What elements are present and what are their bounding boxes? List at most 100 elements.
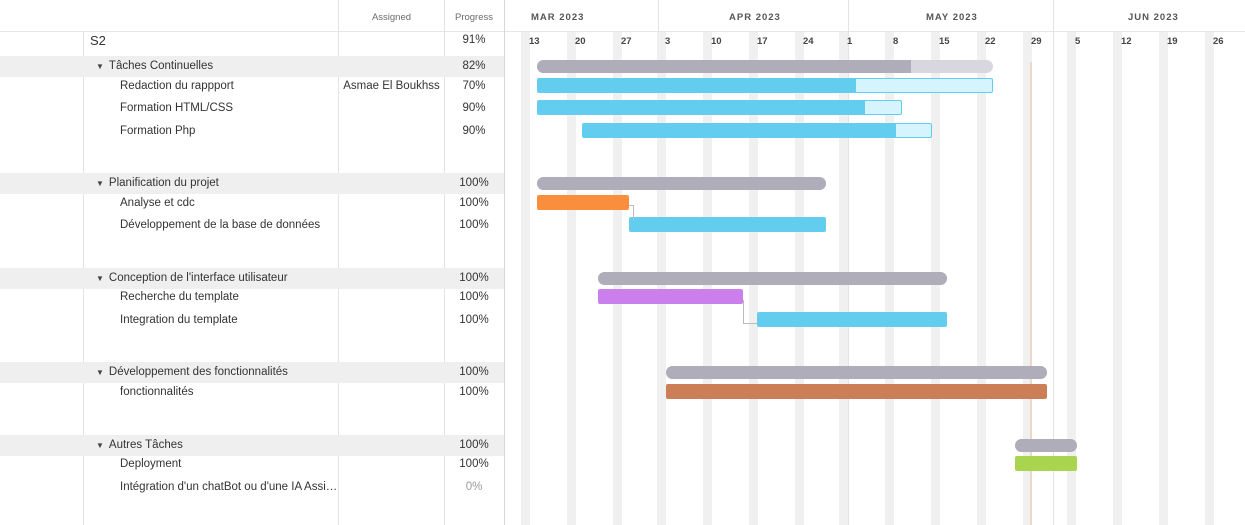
group-summary-fill: [1015, 439, 1077, 452]
weekend-stripe: [977, 32, 986, 525]
group-label: Autres Tâches: [108, 439, 183, 451]
group-progress: 82%: [462, 60, 486, 72]
day-label: 22: [985, 36, 996, 47]
task-progress: 100%: [459, 291, 489, 303]
group-name[interactable]: ▼ Autres Tâches: [96, 439, 183, 451]
weekend-stripe: [1113, 32, 1122, 525]
collapse-caret-icon[interactable]: ▼: [96, 368, 104, 377]
dependency-connector: [744, 323, 757, 324]
task-progress: 100%: [459, 219, 489, 231]
task-bar-fill: [1016, 457, 1076, 470]
task-progress: 70%: [462, 80, 486, 92]
task-name[interactable]: Formation Php: [120, 125, 195, 137]
group-progress: 100%: [459, 439, 489, 451]
weekend-stripe: [521, 32, 530, 525]
task-progress: 100%: [459, 386, 489, 398]
group-label: Conception de l'interface utilisateur: [108, 272, 288, 284]
dependency-connector: [743, 300, 745, 324]
task-bar[interactable]: [537, 100, 902, 115]
project-name[interactable]: S2: [90, 33, 106, 48]
task-bar-fill: [667, 385, 1046, 398]
group-row[interactable]: [0, 435, 504, 456]
task-assignee[interactable]: Asmae El Boukhss: [339, 80, 444, 92]
collapse-caret-icon[interactable]: ▼: [96, 274, 104, 283]
month-label-mar: MAR 2023: [531, 12, 585, 23]
group-summary-bar[interactable]: [598, 272, 947, 285]
month-label-may: MAY 2023: [926, 12, 978, 23]
progress-column-header[interactable]: Progress: [444, 12, 504, 23]
day-label: 10: [711, 36, 722, 47]
group-name[interactable]: ▼ Planification du projet: [96, 177, 219, 189]
group-name[interactable]: ▼ Développement des fonctionnalités: [96, 366, 288, 378]
task-bar[interactable]: [537, 195, 629, 210]
day-label: 26: [1213, 36, 1224, 47]
day-label: 24: [803, 36, 814, 47]
day-label: 17: [757, 36, 768, 47]
group-name[interactable]: ▼ Conception de l'interface utilisateur: [96, 272, 288, 284]
group-summary-bar[interactable]: [1015, 439, 1077, 452]
group-label: Tâches Continuelles: [108, 60, 214, 72]
day-label: 15: [939, 36, 950, 47]
task-name[interactable]: Redaction du rappport: [120, 80, 234, 92]
task-bar-fill: [583, 124, 897, 137]
task-bar-fill: [630, 218, 825, 231]
weekend-stripe: [1205, 32, 1214, 525]
task-bar[interactable]: [666, 384, 1047, 399]
task-bar[interactable]: [1015, 456, 1077, 471]
task-name[interactable]: Deployment: [120, 458, 181, 470]
group-summary-fill: [598, 272, 947, 285]
day-label: 3: [665, 36, 671, 47]
task-progress: 100%: [459, 197, 489, 209]
task-bar-fill: [758, 313, 946, 326]
group-progress: 100%: [459, 177, 489, 189]
group-label: Développement des fonctionnalités: [108, 366, 288, 378]
group-summary-bar[interactable]: [537, 177, 826, 190]
task-progress: 0%: [465, 481, 483, 493]
task-bar-fill: [538, 196, 628, 209]
day-label: 8: [893, 36, 899, 47]
day-label: 13: [529, 36, 540, 47]
assigned-column-header[interactable]: Assigned: [339, 12, 444, 23]
group-summary-bar[interactable]: [666, 366, 1047, 379]
day-label: 29: [1031, 36, 1042, 47]
group-name[interactable]: ▼ Tâches Continuelles: [96, 60, 213, 72]
collapse-caret-icon[interactable]: ▼: [96, 441, 104, 450]
group-label: Planification du projet: [108, 177, 219, 189]
task-bar-fill: [538, 101, 865, 114]
task-bar[interactable]: [598, 289, 743, 304]
task-bar[interactable]: [582, 123, 932, 138]
task-progress: 100%: [459, 458, 489, 470]
task-name[interactable]: Analyse et cdc: [120, 197, 195, 209]
task-name[interactable]: Développement de la base de données: [120, 219, 320, 231]
group-summary-fill: [537, 177, 826, 190]
month-label-jun: JUN 2023: [1128, 12, 1179, 23]
task-progress: 90%: [462, 102, 486, 114]
gantt-app: Assigned Progress MAR 2023 APR 2023 MAY …: [0, 0, 1245, 525]
day-label: 12: [1121, 36, 1132, 47]
collapse-caret-icon[interactable]: ▼: [96, 62, 104, 71]
task-bar[interactable]: [629, 217, 826, 232]
collapse-caret-icon[interactable]: ▼: [96, 179, 104, 188]
task-name[interactable]: Intégration d'un chatBot ou d'une IA Ass…: [120, 481, 337, 493]
task-bar-fill: [599, 290, 742, 303]
group-row[interactable]: [0, 173, 504, 194]
task-bar[interactable]: [537, 78, 993, 93]
dependency-connector: [629, 205, 634, 220]
task-name[interactable]: fonctionnalités: [120, 386, 194, 398]
month-label-apr: APR 2023: [729, 12, 781, 23]
day-label: 1: [847, 36, 853, 47]
project-progress: 91%: [462, 34, 486, 46]
group-row[interactable]: [0, 56, 504, 77]
task-name[interactable]: Integration du template: [120, 314, 238, 326]
header-divider: [0, 31, 1245, 32]
task-name[interactable]: Recherche du template: [120, 291, 239, 303]
group-progress: 100%: [459, 272, 489, 284]
day-label: 19: [1167, 36, 1178, 47]
group-summary-fill: [537, 60, 911, 73]
group-summary-fill: [666, 366, 1047, 379]
task-bar[interactable]: [757, 312, 947, 327]
task-progress: 100%: [459, 314, 489, 326]
group-summary-bar[interactable]: [537, 60, 993, 73]
task-name[interactable]: Formation HTML/CSS: [120, 102, 233, 114]
weekend-stripe: [1159, 32, 1168, 525]
